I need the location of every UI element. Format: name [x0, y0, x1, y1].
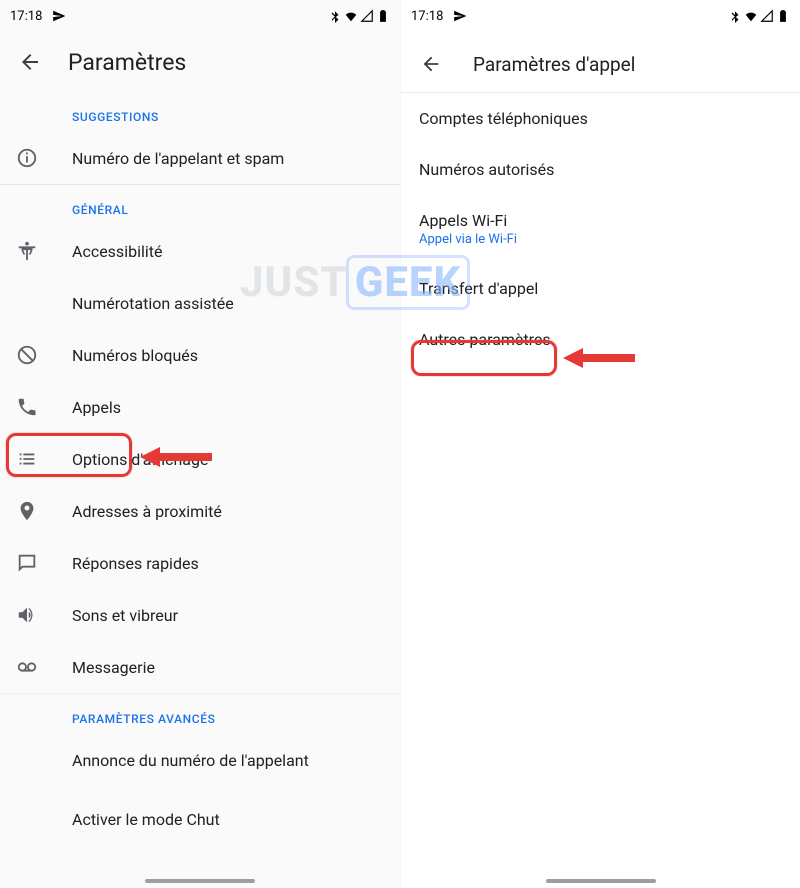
item-blocked-numbers[interactable]: Numéros bloqués: [0, 329, 400, 381]
item-label: Réponses rapides: [72, 554, 199, 573]
chat-icon: [16, 552, 72, 574]
battery-icon: [776, 9, 790, 23]
item-label: Comptes téléphoniques: [419, 109, 782, 128]
send-icon: [453, 9, 467, 23]
item-label: Adresses à proximité: [72, 502, 222, 521]
send-icon: [52, 9, 66, 23]
accessibility-icon: [16, 240, 72, 262]
item-subtext: Appel via le Wi-Fi: [419, 232, 782, 247]
bluetooth-icon: [328, 9, 342, 23]
signal-icon: [760, 9, 774, 23]
item-label: Accessibilité: [72, 242, 162, 261]
item-sounds-vibration[interactable]: Sons et vibreur: [0, 589, 400, 641]
item-additional-settings[interactable]: Autres paramètres: [401, 314, 800, 365]
item-label: Autres paramètres: [419, 330, 782, 349]
item-label: Sons et vibreur: [72, 606, 178, 625]
item-label: Appels Wi-Fi: [419, 211, 782, 230]
item-voicemail[interactable]: Messagerie: [0, 641, 400, 693]
status-time: 17:18: [10, 9, 42, 24]
item-assisted-dialing[interactable]: Numérotation assistée: [0, 277, 400, 329]
item-calling-accounts[interactable]: Comptes téléphoniques: [401, 93, 800, 144]
page-title: Paramètres d'appel: [473, 53, 635, 76]
wifi-icon: [744, 9, 758, 23]
list-icon: [16, 448, 72, 470]
item-label: Transfert d'appel: [419, 279, 782, 298]
section-suggestions: SUGGESTIONS: [0, 92, 400, 132]
item-call-forwarding[interactable]: Transfert d'appel: [401, 263, 800, 314]
item-nearby-places[interactable]: Adresses à proximité: [0, 485, 400, 537]
item-label: Appels: [72, 398, 121, 417]
status-bar: 17:18: [0, 0, 400, 28]
bluetooth-icon: [728, 9, 742, 23]
volume-icon: [16, 604, 72, 626]
item-label: Numérotation assistée: [72, 294, 234, 313]
item-flip-silence[interactable]: Activer le mode Chut: [0, 786, 400, 838]
wifi-icon: [344, 9, 358, 23]
item-label: Annonce du numéro de l'appelant: [72, 751, 309, 770]
app-bar: Paramètres: [0, 28, 400, 92]
home-indicator[interactable]: [546, 879, 656, 883]
voicemail-icon: [16, 656, 72, 678]
location-icon: [16, 500, 72, 522]
section-general: GÉNÉRAL: [0, 185, 400, 225]
item-label: Activer le mode Chut: [72, 810, 220, 829]
item-label: Numéro de l'appelant et spam: [72, 149, 284, 168]
item-display-options[interactable]: Options d'affichage: [0, 433, 400, 485]
item-label: Messagerie: [72, 658, 155, 677]
battery-icon: [376, 9, 390, 23]
screen-settings: 17:18 Paramètres SUGGESTIONS: [0, 0, 400, 888]
status-bar: 17:18: [401, 0, 800, 28]
app-bar: Paramètres d'appel: [401, 28, 800, 92]
item-wifi-calling[interactable]: Appels Wi-Fi Appel via le Wi-Fi: [401, 195, 800, 263]
page-title: Paramètres: [68, 49, 186, 76]
item-label: Numéros bloqués: [72, 346, 198, 365]
item-accessibility[interactable]: Accessibilité: [0, 225, 400, 277]
home-indicator[interactable]: [145, 879, 255, 883]
item-caller-announce[interactable]: Annonce du numéro de l'appelant: [0, 734, 400, 786]
section-advanced: PARAMÈTRES AVANCÉS: [0, 694, 400, 734]
signal-icon: [360, 9, 374, 23]
back-button[interactable]: [16, 48, 44, 76]
item-calls[interactable]: Appels: [0, 381, 400, 433]
block-icon: [16, 344, 72, 366]
screen-call-settings: 17:18 Paramètres d'appel: [400, 0, 800, 888]
item-quick-responses[interactable]: Réponses rapides: [0, 537, 400, 589]
item-label: Options d'affichage: [72, 450, 208, 469]
item-caller-id-spam[interactable]: Numéro de l'appelant et spam: [0, 132, 400, 184]
phone-icon: [16, 396, 72, 418]
status-time: 17:18: [411, 9, 443, 24]
item-label: Numéros autorisés: [419, 160, 782, 179]
info-icon: [16, 147, 72, 169]
item-fixed-dialing[interactable]: Numéros autorisés: [401, 144, 800, 195]
back-button[interactable]: [417, 50, 445, 78]
